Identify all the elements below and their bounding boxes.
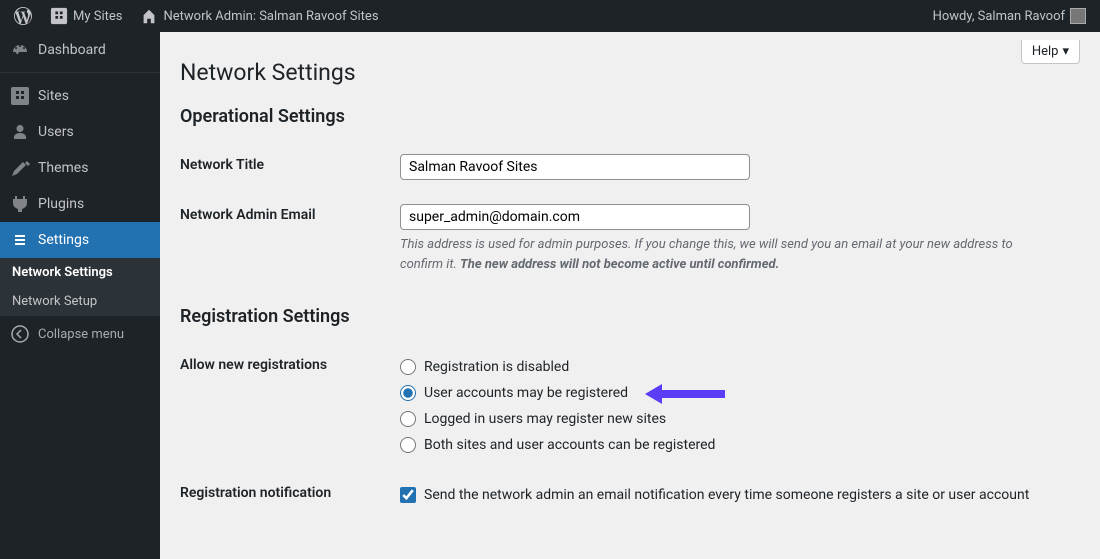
menu-plugins[interactable]: Plugins <box>0 186 160 222</box>
menu-sites[interactable]: Sites <box>0 78 160 114</box>
registration-settings-table: Allow new registrations Registration is … <box>180 342 1080 520</box>
admin-email-description: This address is used for admin purposes.… <box>400 235 1040 274</box>
reg-notification-row[interactable]: Send the network admin an email notifica… <box>400 482 1080 508</box>
reg-opt-label: User accounts may be registered <box>424 385 628 401</box>
collapse-icon <box>10 324 30 344</box>
plugins-icon <box>10 194 30 214</box>
reg-radio-1[interactable] <box>400 359 416 375</box>
submenu-network-setup[interactable]: Network Setup <box>0 287 160 316</box>
dashboard-icon <box>10 40 30 60</box>
section-operational: Operational Settings <box>180 106 1080 127</box>
reg-notification-checkbox[interactable] <box>400 487 416 503</box>
admin-sidebar: Dashboard Sites Users Themes Plugins Set… <box>0 32 160 559</box>
wp-logo[interactable] <box>8 7 38 25</box>
menu-dashboard[interactable]: Dashboard <box>0 32 160 68</box>
account-link[interactable]: Howdy, Salman Ravoof <box>927 8 1092 24</box>
sites-icon <box>50 7 68 25</box>
network-title-input[interactable] <box>400 154 750 180</box>
menu-label: Sites <box>38 88 69 104</box>
reg-option-users[interactable]: User accounts may be registered <box>400 380 1080 406</box>
help-tab[interactable]: Help▾ <box>1021 40 1080 64</box>
menu-users[interactable]: Users <box>0 114 160 150</box>
network-title-label: Network Title <box>180 142 400 192</box>
help-label: Help <box>1032 44 1059 59</box>
menu-label: Dashboard <box>38 42 106 58</box>
reg-notif-text: Send the network admin an email notifica… <box>424 487 1029 503</box>
page-title: Network Settings <box>180 59 1080 86</box>
menu-separator <box>0 68 160 73</box>
home-icon <box>140 7 158 25</box>
admin-email-input[interactable] <box>400 204 750 230</box>
menu-label: Users <box>38 124 74 140</box>
operational-settings-table: Network Title Network Admin Email This a… <box>180 142 1080 286</box>
reg-opt-label: Both sites and user accounts can be regi… <box>424 437 715 453</box>
reg-notification-label: Registration notification <box>180 470 400 520</box>
collapse-label: Collapse menu <box>38 327 124 342</box>
avatar <box>1070 8 1086 24</box>
menu-themes[interactable]: Themes <box>0 150 160 186</box>
menu-label: Plugins <box>38 196 84 212</box>
reg-opt-label: Logged in users may register new sites <box>424 411 666 427</box>
submenu-settings: Network Settings Network Setup <box>0 258 160 316</box>
howdy-text: Howdy, Salman Ravoof <box>933 9 1065 24</box>
allow-registrations-label: Allow new registrations <box>180 342 400 470</box>
section-registration: Registration Settings <box>180 306 1080 327</box>
reg-radio-4[interactable] <box>400 437 416 453</box>
my-sites-label: My Sites <box>73 9 122 24</box>
menu-label: Themes <box>38 160 88 176</box>
reg-radio-2[interactable] <box>400 385 416 401</box>
themes-icon <box>10 158 30 178</box>
reg-option-sites[interactable]: Logged in users may register new sites <box>400 406 1080 432</box>
admin-email-label: Network Admin Email <box>180 192 400 286</box>
collapse-menu[interactable]: Collapse menu <box>0 316 160 352</box>
admin-bar: My Sites Network Admin: Salman Ravoof Si… <box>0 0 1100 32</box>
menu-label: Settings <box>38 232 89 248</box>
users-icon <box>10 122 30 142</box>
menu-settings[interactable]: Settings <box>0 222 160 258</box>
settings-icon <box>10 230 30 250</box>
reg-option-disabled[interactable]: Registration is disabled <box>400 354 1080 380</box>
main-content: Help▾ Network Settings Operational Setti… <box>160 32 1100 559</box>
reg-radio-3[interactable] <box>400 411 416 427</box>
network-admin-link[interactable]: Network Admin: Salman Ravoof Sites <box>134 7 384 25</box>
my-sites-link[interactable]: My Sites <box>44 7 128 25</box>
network-admin-label: Network Admin: Salman Ravoof Sites <box>163 9 378 24</box>
reg-option-both[interactable]: Both sites and user accounts can be regi… <box>400 432 1080 458</box>
chevron-down-icon: ▾ <box>1062 44 1069 59</box>
sites-icon <box>10 86 30 106</box>
reg-opt-label: Registration is disabled <box>424 359 569 375</box>
submenu-network-settings[interactable]: Network Settings <box>0 258 160 287</box>
